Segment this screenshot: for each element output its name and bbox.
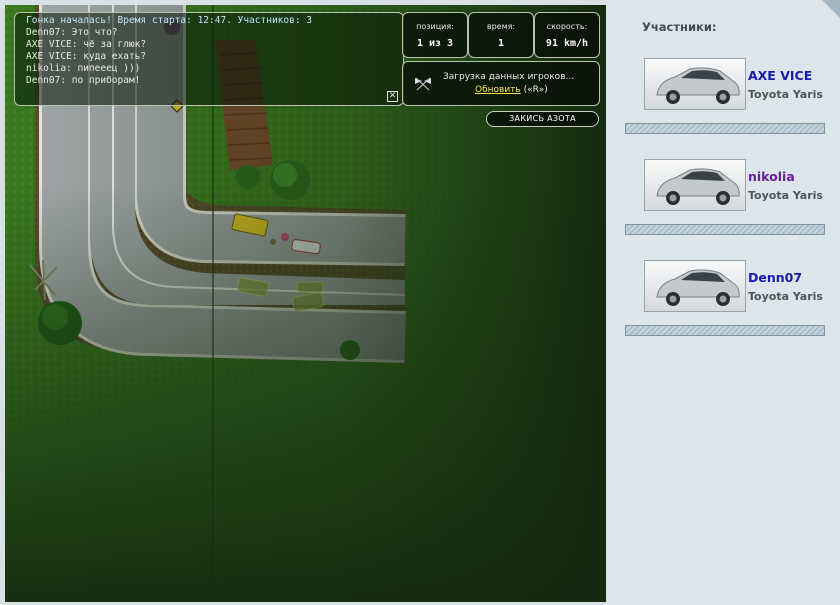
time-label: время:	[486, 22, 516, 31]
speed-box: скорость: 91 km/h	[534, 12, 600, 58]
chat-message: nikolia: пипееец )))	[26, 63, 141, 74]
nitro-button[interactable]: ЗАКИСЬ АЗОТА	[486, 111, 599, 127]
time-box: время: 1	[468, 12, 534, 58]
participant-car: Toyota Yaris	[748, 290, 823, 303]
car-image	[644, 260, 746, 312]
participant-name[interactable]: Denn07	[748, 270, 802, 285]
participant-car: Toyota Yaris	[748, 189, 823, 202]
checkered-flag-icon	[415, 77, 431, 91]
close-icon[interactable]: ✕	[387, 91, 398, 102]
panel-corner	[822, 0, 840, 18]
refresh-link[interactable]: Обновить	[475, 85, 521, 95]
chat-message-system: Гонка началась! Время старта: 12:47. Уча…	[26, 15, 312, 26]
car-image	[644, 159, 746, 211]
refresh-hotkey: («R»)	[520, 85, 548, 95]
chat-message: Denn07: по приборам!	[26, 75, 141, 86]
chat-box[interactable]: Гонка началась! Время старта: 12:47. Уча…	[14, 12, 404, 106]
participant-progress-bar	[625, 224, 825, 235]
speed-value: 91 km/h	[545, 38, 589, 49]
loading-box: Загрузка данных игроков... Обновить («R»…	[402, 61, 600, 106]
position-box: позиция: 1 из 3	[402, 12, 468, 58]
car-image	[644, 58, 746, 110]
chat-message: AXE VICE: чё за глюк?	[26, 39, 147, 50]
participant-name[interactable]: nikolia	[748, 169, 795, 184]
participant-car: Toyota Yaris	[748, 88, 823, 101]
participant-progress-bar	[625, 325, 825, 336]
participant-card[interactable]: Denn07 Toyota Yaris	[625, 260, 826, 340]
participant-name[interactable]: AXE VICE	[748, 68, 812, 83]
chat-message: AXE VICE: куда ехать?	[26, 51, 147, 62]
position-label: позиция:	[416, 22, 454, 31]
game-window: Гонка началась! Время старта: 12:47. Уча…	[0, 0, 840, 605]
participants-title: Участники:	[642, 20, 717, 34]
participant-progress-bar	[625, 123, 825, 134]
participants-panel: Участники: AXE VICE Toyota Yaris nikolia…	[606, 0, 840, 605]
time-value: 1	[497, 38, 505, 49]
position-value: 1 из 3	[416, 38, 454, 49]
participant-card[interactable]: AXE VICE Toyota Yaris	[625, 58, 826, 138]
speed-label: скорость:	[546, 22, 588, 31]
loading-text: Загрузка данных игроков...	[443, 72, 575, 82]
race-viewport[interactable]: Гонка началась! Время старта: 12:47. Уча…	[5, 5, 606, 602]
participant-card[interactable]: nikolia Toyota Yaris	[625, 159, 826, 239]
chat-message: Denn07: Это что?	[26, 27, 118, 38]
